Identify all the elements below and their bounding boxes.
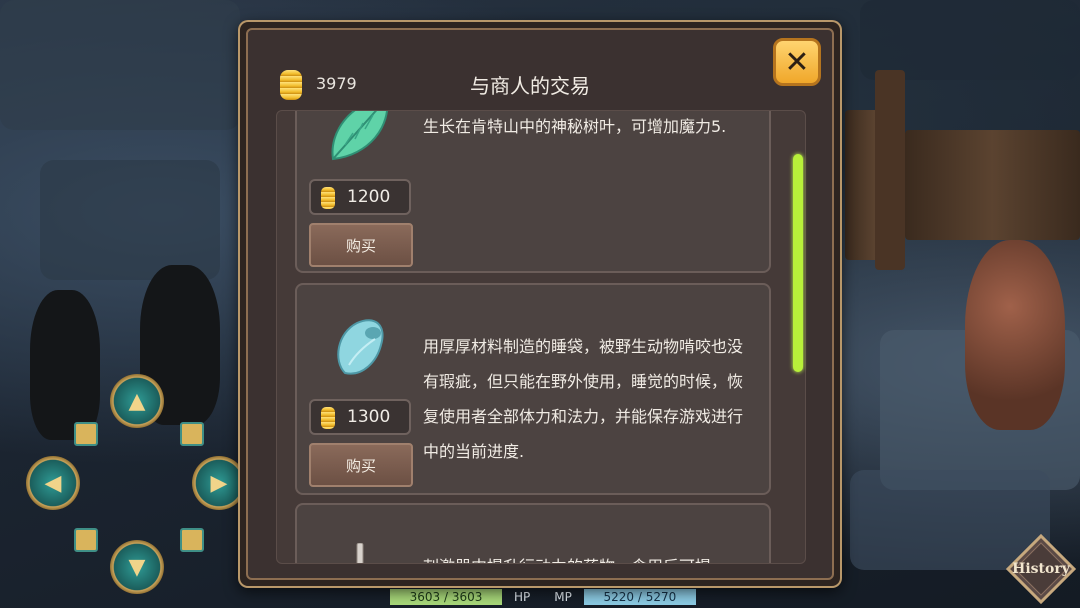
dpad-up-left-button[interactable] bbox=[74, 422, 98, 446]
arrow-down-icon: ▼ bbox=[128, 554, 146, 580]
dialog-title: 与商人的交易 bbox=[470, 74, 590, 98]
hp-label: HP bbox=[514, 590, 531, 604]
price-box: 1200 bbox=[309, 179, 411, 215]
mp-value: 5220 / 5270 bbox=[583, 589, 696, 605]
dpad-down-button[interactable]: ▼ bbox=[110, 540, 164, 594]
gold-coin-stack-icon bbox=[280, 70, 302, 100]
list-item: 1200 购买 生长在肯特山中的神秘树叶，可增加魔力5. bbox=[295, 111, 771, 273]
hp-value: 3603 / 3603 bbox=[390, 589, 502, 605]
cave-rock bbox=[40, 160, 220, 280]
dpad-up-button[interactable]: ▲ bbox=[110, 374, 164, 428]
arrow-left-icon: ◀ bbox=[44, 470, 62, 496]
cave-rock bbox=[860, 0, 1080, 80]
scrollbar-thumb[interactable] bbox=[793, 154, 803, 372]
dpad-down-right-button[interactable] bbox=[180, 528, 204, 552]
arrow-right-icon: ▶ bbox=[210, 470, 228, 496]
item-list[interactable]: 1200 购买 生长在肯特山中的神秘树叶，可增加魔力5. 1300 购买 用厚厚… bbox=[276, 110, 806, 564]
dpad-down-left-button[interactable] bbox=[74, 528, 98, 552]
mp-label: MP bbox=[554, 590, 572, 604]
leaf-icon bbox=[331, 111, 388, 161]
close-button[interactable]: ✕ bbox=[773, 38, 821, 86]
close-icon: ✕ bbox=[784, 44, 810, 80]
history-label: History bbox=[1012, 561, 1070, 577]
list-item: 1300 购买 用厚厚材料制造的睡袋，被野生动物啃咬也没有瑕疵，但只能在野外使用… bbox=[295, 283, 771, 495]
cave-rock bbox=[0, 0, 240, 130]
buy-button[interactable]: 购买 bbox=[309, 223, 413, 267]
arrow-up-icon: ▲ bbox=[128, 388, 146, 414]
buy-button-label: 购买 bbox=[345, 236, 376, 255]
list-item: 刺激器中提升行动力的药物，食用后可提 bbox=[295, 503, 771, 563]
merchant-npc[interactable] bbox=[965, 240, 1065, 430]
item-price: 1300 bbox=[347, 407, 391, 427]
history-button[interactable]: History bbox=[1006, 534, 1076, 604]
dpad-up-right-button[interactable] bbox=[180, 422, 204, 446]
item-description: 用厚厚材料制造的睡袋，被野生动物啃咬也没有瑕疵，但只能在野外使用，睡觉的时候，恢… bbox=[423, 337, 744, 461]
gold-coin-icon bbox=[321, 187, 335, 209]
buy-button-label: 购买 bbox=[345, 456, 376, 475]
wooden-fence bbox=[875, 70, 905, 270]
item-description: 刺激器中提升行动力的药物，食用后可提 bbox=[423, 549, 755, 563]
status-bar: 3603 / 3603 HP MP 5220 / 5270 bbox=[390, 588, 696, 606]
sleeping-bag-icon bbox=[337, 319, 384, 375]
wooden-fence bbox=[905, 130, 1080, 240]
price-box: 1300 bbox=[309, 399, 411, 435]
party-member-silhouette bbox=[30, 290, 100, 440]
gold-coin-icon bbox=[321, 407, 335, 429]
gold-amount: 3979 bbox=[316, 74, 357, 93]
potion-vial-icon bbox=[356, 543, 364, 563]
dpad-left-button[interactable]: ◀ bbox=[26, 456, 80, 510]
item-description: 生长在肯特山中的神秘树叶，可增加魔力5. bbox=[423, 117, 727, 136]
buy-button[interactable]: 购买 bbox=[309, 443, 413, 487]
item-price: 1200 bbox=[347, 187, 391, 207]
